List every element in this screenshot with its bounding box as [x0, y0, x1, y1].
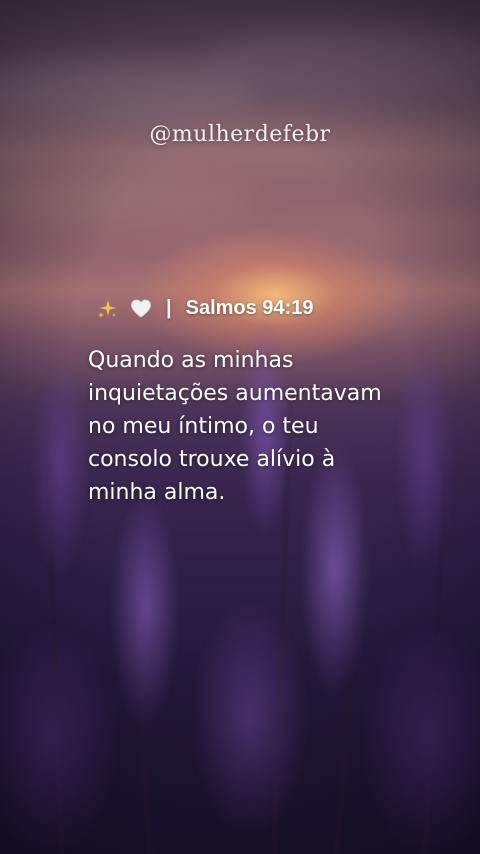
lavender-bloom [360, 620, 480, 854]
lavender-bloom [190, 600, 310, 840]
separator: | [166, 297, 172, 319]
lavender-bloom [110, 490, 180, 730]
verse-text: Quando as minhas inquietações aumentavam… [88, 348, 382, 505]
lavender-bloom [0, 620, 120, 854]
sparkles-icon [96, 298, 118, 320]
cloud [260, 200, 480, 246]
white-heart-icon [130, 298, 152, 320]
cloud [0, 175, 260, 225]
account-handle: @mulherdefebr [149, 122, 331, 147]
lavender-bloom [30, 360, 90, 580]
verse-reference: | Salmos 94:19 [96, 297, 313, 320]
verse-citation: Salmos 94:19 [185, 297, 314, 319]
background-photo: @mulherdefebr | Salmos 94:19 Quando as m… [0, 0, 480, 854]
